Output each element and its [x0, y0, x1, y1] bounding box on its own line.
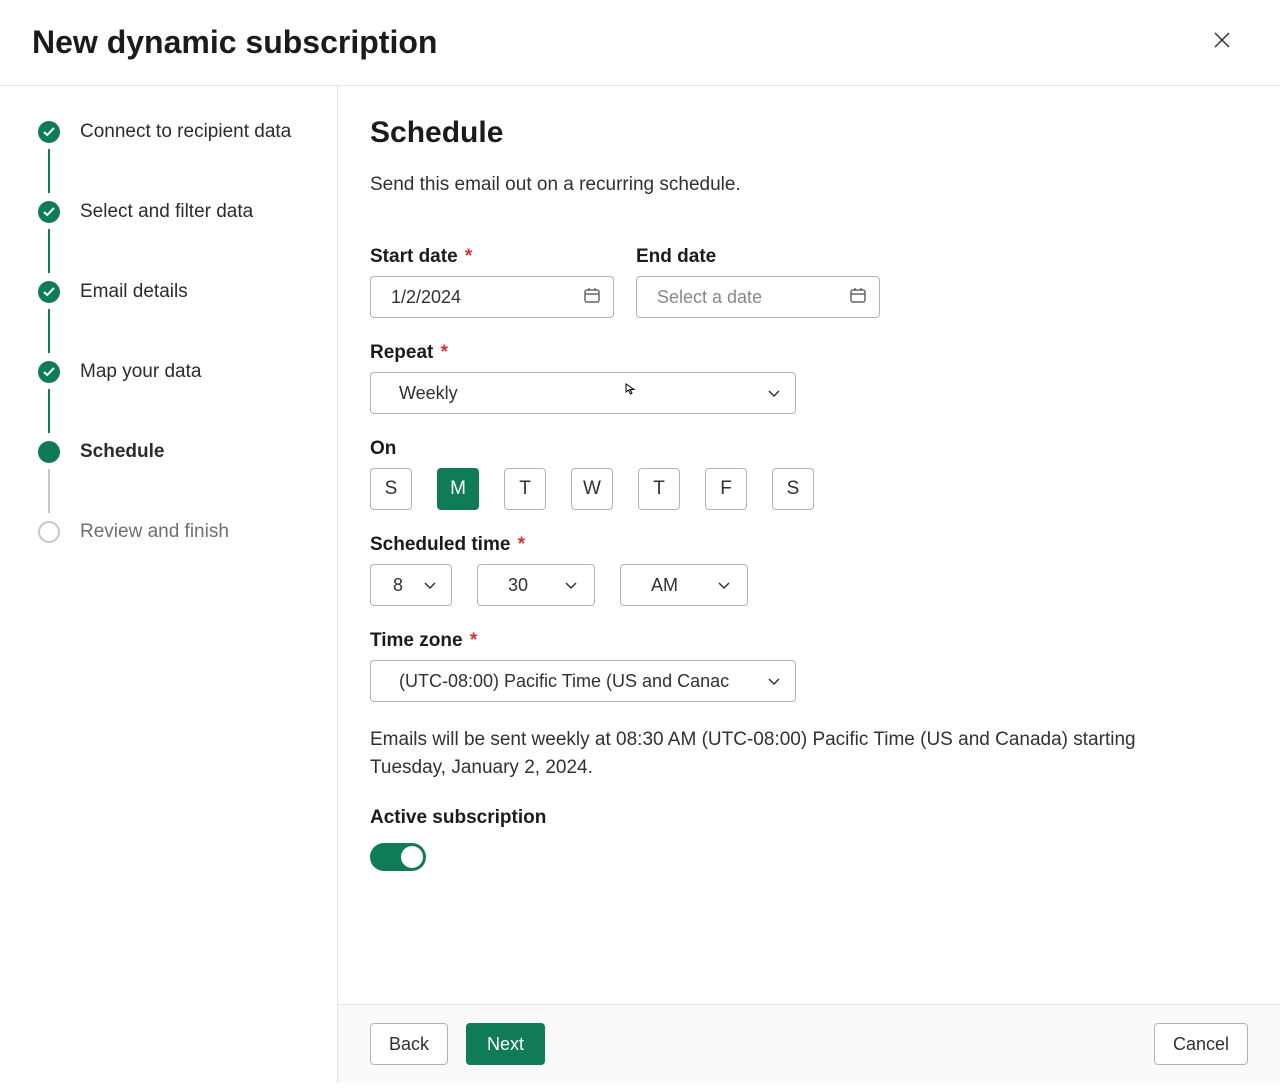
end-date-input[interactable]: [636, 276, 880, 318]
timezone-label: Time zone *: [370, 630, 1240, 652]
step-label: Map your data: [80, 361, 201, 383]
chevron-down-icon: [767, 383, 781, 404]
timezone-value: (UTC-08:00) Pacific Time (US and Canac: [399, 671, 729, 692]
day-sunday[interactable]: S: [370, 468, 412, 510]
back-button[interactable]: Back: [370, 1023, 448, 1065]
days-of-week: S M T W T F S: [370, 468, 1240, 510]
step-select-filter-data[interactable]: Select and filter data: [38, 201, 307, 223]
toggle-knob: [401, 846, 423, 868]
day-wednesday[interactable]: W: [571, 468, 613, 510]
calendar-icon: [849, 286, 867, 309]
step-review-finish[interactable]: Review and finish: [38, 521, 307, 543]
start-date-label: Start date *: [370, 246, 614, 268]
timezone-select[interactable]: (UTC-08:00) Pacific Time (US and Canac: [370, 660, 796, 702]
day-friday[interactable]: F: [705, 468, 747, 510]
day-tuesday[interactable]: T: [504, 468, 546, 510]
repeat-label: Repeat *: [370, 342, 1240, 364]
end-date-field[interactable]: [655, 286, 825, 309]
step-label: Connect to recipient data: [80, 121, 291, 143]
schedule-summary: Emails will be sent weekly at 08:30 AM (…: [370, 726, 1140, 781]
repeat-value: Weekly: [399, 383, 458, 404]
day-thursday[interactable]: T: [638, 468, 680, 510]
active-subscription-label: Active subscription: [370, 807, 1240, 829]
ampm-value: AM: [651, 575, 678, 596]
step-connect-recipient-data[interactable]: Connect to recipient data: [38, 121, 307, 143]
step-label: Select and filter data: [80, 201, 253, 223]
calendar-icon: [583, 286, 601, 309]
step-map-your-data[interactable]: Map your data: [38, 361, 307, 383]
section-heading: Schedule: [370, 116, 1240, 150]
hour-value: 8: [393, 575, 403, 596]
wizard-footer: Back Next Cancel: [338, 1004, 1280, 1083]
wizard-stepper: Connect to recipient data Select and fil…: [0, 86, 338, 1083]
step-email-details[interactable]: Email details: [38, 281, 307, 303]
step-label: Email details: [80, 281, 188, 303]
chevron-down-icon: [564, 575, 578, 596]
close-icon: [1213, 31, 1231, 54]
chevron-down-icon: [767, 671, 781, 692]
on-label: On: [370, 438, 1240, 460]
step-schedule[interactable]: Schedule: [38, 441, 307, 463]
section-description: Send this email out on a recurring sched…: [370, 174, 1240, 196]
active-subscription-toggle[interactable]: [370, 843, 426, 871]
cancel-button[interactable]: Cancel: [1154, 1023, 1248, 1065]
start-date-input[interactable]: [370, 276, 614, 318]
scheduled-time-label: Scheduled time *: [370, 534, 1240, 556]
step-label: Review and finish: [80, 521, 229, 543]
hour-select[interactable]: 8: [370, 564, 452, 606]
end-date-label: End date: [636, 246, 880, 268]
repeat-select[interactable]: Weekly: [370, 372, 796, 414]
close-button[interactable]: [1204, 25, 1240, 61]
next-button[interactable]: Next: [466, 1023, 545, 1065]
chevron-down-icon: [423, 575, 437, 596]
day-saturday[interactable]: S: [772, 468, 814, 510]
ampm-select[interactable]: AM: [620, 564, 748, 606]
page-title: New dynamic subscription: [32, 24, 437, 61]
step-label: Schedule: [80, 441, 164, 463]
start-date-field[interactable]: [389, 286, 559, 309]
minute-value: 30: [508, 575, 528, 596]
day-monday[interactable]: M: [437, 468, 479, 510]
chevron-down-icon: [717, 575, 731, 596]
minute-select[interactable]: 30: [477, 564, 595, 606]
